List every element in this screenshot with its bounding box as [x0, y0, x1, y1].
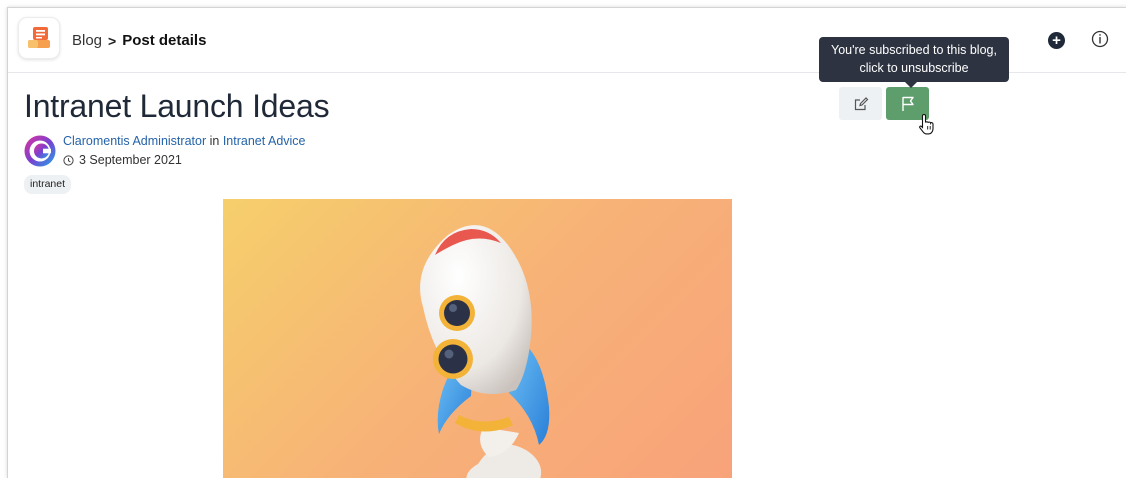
category-link[interactable]: Intranet Advice: [223, 134, 306, 148]
clock-icon: [63, 154, 74, 166]
info-button[interactable]: [1091, 30, 1109, 48]
breadcrumb-separator: >: [108, 32, 117, 49]
rocket-illustration: [420, 225, 550, 478]
post-hero-image: [223, 199, 732, 478]
blog-app-icon: [28, 27, 50, 48]
post-title: Intranet Launch Ideas: [24, 88, 330, 124]
breadcrumb-blog-link[interactable]: Blog: [72, 32, 102, 49]
post-date-line: 3 September 2021: [63, 153, 182, 167]
info-circle-icon: [1091, 30, 1109, 48]
author-avatar[interactable]: [24, 135, 56, 167]
post-date: 3 September 2021: [79, 153, 182, 167]
breadcrumb: Blog > Post details: [72, 32, 206, 49]
subscribe-tooltip: You're subscribed to this blog, click to…: [819, 37, 1009, 88]
hand-cursor-icon: [919, 113, 934, 135]
plus-circle-icon: +: [1052, 32, 1061, 49]
app-logo[interactable]: [18, 17, 60, 59]
post-author-line: Claromentis Administrator in Intranet Ad…: [63, 134, 306, 148]
app-window: Blog > Post details + Intranet Launch Id…: [7, 7, 1126, 478]
flag-icon: [901, 96, 914, 111]
breadcrumb-current: Post details: [122, 32, 207, 49]
in-label: in: [209, 134, 220, 148]
edit-post-button[interactable]: [839, 87, 882, 120]
post-tag[interactable]: intranet: [24, 175, 72, 194]
author-link[interactable]: Claromentis Administrator: [63, 134, 206, 148]
edit-icon: [854, 96, 868, 110]
add-button[interactable]: +: [1048, 32, 1065, 49]
